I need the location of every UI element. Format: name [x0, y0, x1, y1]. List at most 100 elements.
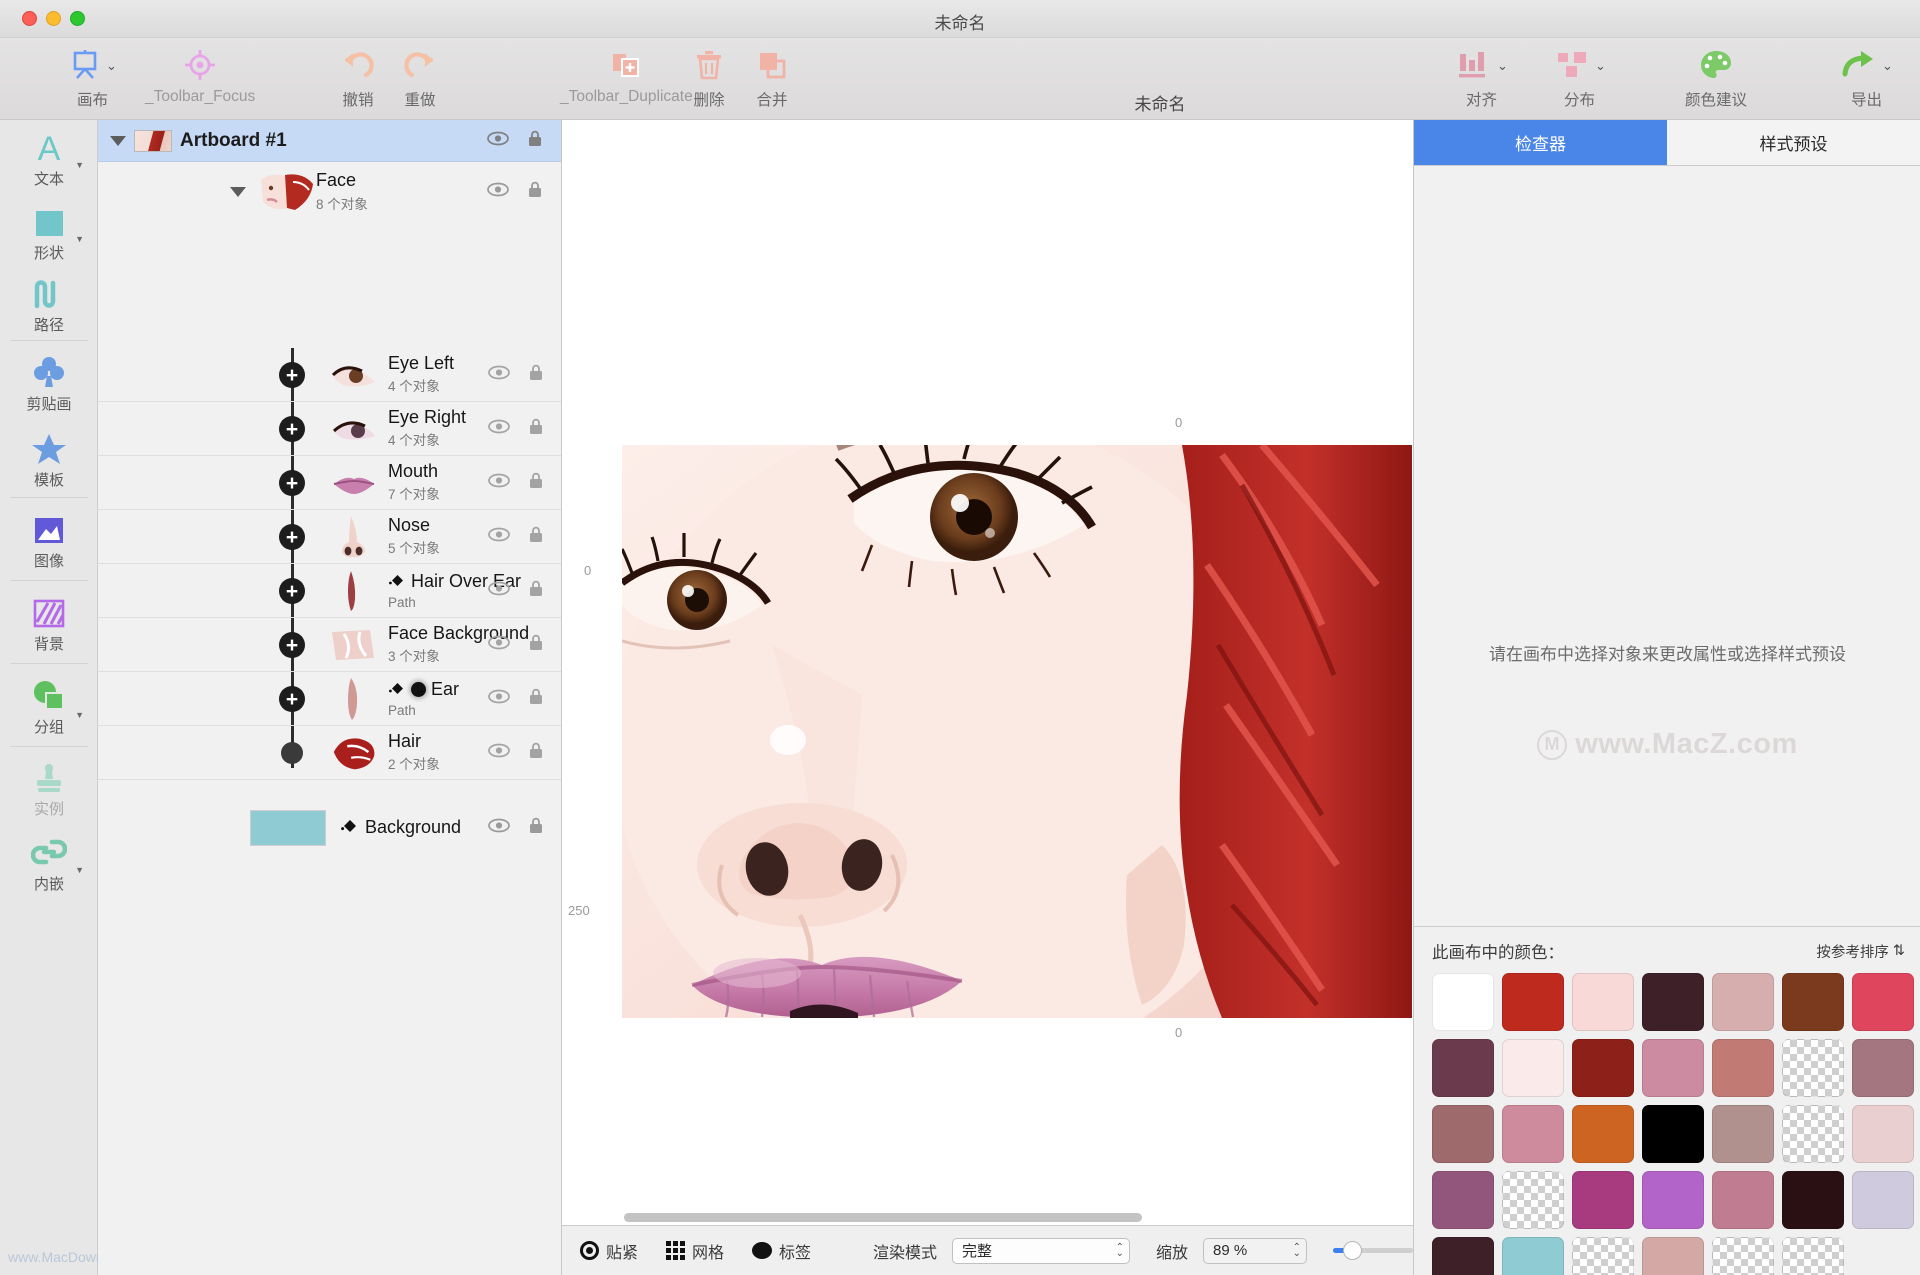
color-swatch[interactable]: [1782, 1105, 1844, 1163]
visibility-eye-icon[interactable]: [488, 689, 510, 709]
color-swatch[interactable]: [1712, 1171, 1774, 1229]
color-swatch[interactable]: [1502, 1105, 1564, 1163]
color-swatch[interactable]: [1502, 1039, 1564, 1097]
canvas-area[interactable]: 0 250 500 0 250 500: [562, 120, 1413, 1275]
layer-row[interactable]: Eye Left4 个对象: [98, 348, 562, 402]
color-swatch[interactable]: [1432, 973, 1494, 1031]
lock-icon[interactable]: [527, 129, 543, 153]
layer-row[interactable]: Nose5 个对象: [98, 510, 562, 564]
tab-style-presets[interactable]: 样式预设: [1667, 120, 1920, 165]
visibility-eye-icon[interactable]: [488, 818, 510, 838]
color-swatch[interactable]: [1502, 973, 1564, 1031]
visibility-eye-icon[interactable]: [488, 365, 510, 385]
chevron-down-icon[interactable]: ▼: [75, 160, 84, 170]
layer-row[interactable]: Hair2 个对象: [98, 726, 562, 780]
color-swatch[interactable]: [1572, 1105, 1634, 1163]
visibility-eye-icon[interactable]: [487, 182, 509, 202]
color-swatch[interactable]: [1852, 1171, 1914, 1229]
color-swatch[interactable]: [1572, 973, 1634, 1031]
lock-icon[interactable]: [528, 687, 544, 711]
color-swatch[interactable]: [1642, 1171, 1704, 1229]
canvas-horizontal-scrollbar[interactable]: [624, 1211, 1413, 1223]
toolbar-button-color-suggest[interactable]: 颜色建议: [1685, 44, 1747, 116]
color-swatch[interactable]: [1712, 1237, 1774, 1275]
toolbar-button-delete[interactable]: 删除: [693, 44, 725, 116]
layer-row[interactable]: EarPath: [98, 672, 562, 726]
grid-toggle[interactable]: 网格: [666, 1239, 724, 1263]
scrollbar-thumb[interactable]: [624, 1213, 1142, 1222]
layer-row[interactable]: Mouth7 个对象: [98, 456, 562, 510]
lock-icon[interactable]: [528, 816, 544, 840]
chevron-down-icon[interactable]: ▼: [75, 865, 84, 875]
color-swatch[interactable]: [1782, 973, 1844, 1031]
lock-icon[interactable]: [527, 180, 543, 204]
lock-icon[interactable]: [528, 471, 544, 495]
lock-icon[interactable]: [528, 741, 544, 765]
visibility-eye-icon[interactable]: [488, 581, 510, 601]
chevron-down-icon[interactable]: ⌄: [106, 59, 117, 72]
lock-icon[interactable]: [528, 417, 544, 441]
color-swatch[interactable]: [1642, 1105, 1704, 1163]
snap-toggle[interactable]: 贴紧: [580, 1239, 638, 1263]
color-swatch[interactable]: [1712, 973, 1774, 1031]
color-swatch[interactable]: [1852, 1039, 1914, 1097]
toolbar-button-artboard[interactable]: ⌄ 画布: [68, 44, 117, 116]
toolbar-button-merge[interactable]: 合并: [755, 44, 789, 116]
toolbar-button-focus[interactable]: _Toolbar_Focus: [145, 44, 255, 116]
color-swatch[interactable]: [1502, 1237, 1564, 1275]
zoom-slider[interactable]: [1333, 1248, 1413, 1253]
lock-icon[interactable]: [528, 363, 544, 387]
color-swatch[interactable]: [1432, 1105, 1494, 1163]
rail-item-path[interactable]: 路径: [0, 268, 98, 338]
color-swatch[interactable]: [1712, 1039, 1774, 1097]
render-mode-select[interactable]: 完整 ⌃⌄: [952, 1238, 1130, 1264]
disclosure-triangle-icon[interactable]: [110, 136, 126, 146]
color-swatch-grid[interactable]: [1414, 971, 1920, 1275]
color-swatch[interactable]: [1782, 1039, 1844, 1097]
color-swatch[interactable]: [1852, 973, 1914, 1031]
rail-item-embed[interactable]: 内嵌 ▼: [0, 825, 98, 899]
rail-item-background[interactable]: 背景: [0, 583, 98, 661]
toolbar-button-align[interactable]: ⌄ 对齐: [1455, 44, 1508, 116]
color-swatch[interactable]: [1572, 1039, 1634, 1097]
layer-row[interactable]: Face Background3 个对象: [98, 618, 562, 672]
rail-item-instance[interactable]: 实例: [0, 749, 98, 825]
visibility-eye-icon[interactable]: [488, 635, 510, 655]
lock-icon[interactable]: [528, 525, 544, 549]
color-swatch[interactable]: [1782, 1237, 1844, 1275]
visibility-eye-icon[interactable]: [487, 131, 509, 151]
toolbar-button-distribute[interactable]: ⌄ 分布: [1553, 44, 1606, 116]
color-swatch[interactable]: [1572, 1237, 1634, 1275]
visibility-eye-icon[interactable]: [488, 527, 510, 547]
tab-inspector[interactable]: 检查器: [1414, 120, 1667, 165]
rail-item-shape[interactable]: 形状 ▼: [0, 194, 98, 268]
layer-row-face[interactable]: Face 8 个对象: [98, 162, 561, 222]
stepper-chevrons-icon[interactable]: ⌃⌄: [1293, 1245, 1301, 1257]
stepper-chevrons-icon[interactable]: ⌃⌄: [1116, 1245, 1124, 1257]
lock-icon[interactable]: [528, 579, 544, 603]
color-swatch[interactable]: [1642, 973, 1704, 1031]
rail-item-clipart[interactable]: 剪贴画: [0, 343, 98, 421]
zoom-field[interactable]: 89 % ⌃⌄: [1203, 1238, 1307, 1264]
color-swatch[interactable]: [1572, 1171, 1634, 1229]
toolbar-button-duplicate[interactable]: _Toolbar_Duplicate: [560, 44, 693, 116]
visibility-eye-icon[interactable]: [488, 743, 510, 763]
layer-row[interactable]: Hair Over EarPath: [98, 564, 562, 618]
visibility-eye-icon[interactable]: [488, 419, 510, 439]
color-swatch[interactable]: [1432, 1237, 1494, 1275]
toolbar-button-export[interactable]: ⌄ 导出: [1840, 44, 1893, 116]
labels-toggle[interactable]: 标签: [752, 1239, 811, 1263]
rail-item-image[interactable]: 图像: [0, 500, 98, 578]
color-swatch[interactable]: [1642, 1237, 1704, 1275]
visibility-eye-icon[interactable]: [488, 473, 510, 493]
color-swatch[interactable]: [1852, 1105, 1914, 1163]
color-swatch[interactable]: [1712, 1105, 1774, 1163]
chevron-down-icon[interactable]: ▼: [75, 234, 84, 244]
toolbar-button-undo[interactable]: 撤销: [340, 44, 376, 116]
disclosure-triangle-icon[interactable]: [230, 187, 246, 197]
rail-item-group[interactable]: 分组 ▼: [0, 666, 98, 744]
zoom-slider-knob[interactable]: [1343, 1241, 1362, 1260]
chevron-down-icon[interactable]: ⌄: [1497, 59, 1508, 72]
color-swatch[interactable]: [1432, 1039, 1494, 1097]
rail-item-text[interactable]: A 文本 ▼: [0, 120, 98, 194]
